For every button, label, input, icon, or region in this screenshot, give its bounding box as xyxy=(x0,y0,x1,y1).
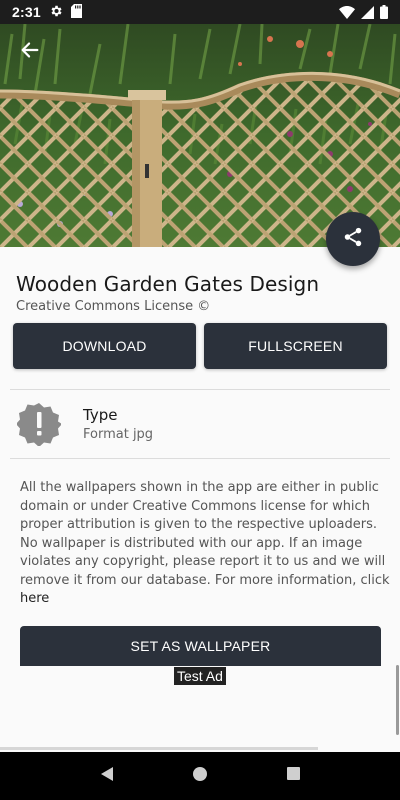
battery-icon xyxy=(380,5,388,19)
back-triangle-icon xyxy=(99,766,115,787)
gear-icon xyxy=(49,4,63,21)
fullscreen-button[interactable]: FULLSCREEN xyxy=(204,323,387,369)
system-nav-bar xyxy=(0,752,400,800)
home-circle-icon xyxy=(192,766,208,787)
signal-icon xyxy=(361,5,374,19)
nav-recents-button[interactable] xyxy=(273,756,313,796)
wallpaper-title: Wooden Garden Gates Design xyxy=(16,272,320,296)
share-icon xyxy=(342,226,364,253)
status-right xyxy=(339,5,388,19)
sd-card-icon xyxy=(70,3,82,21)
share-button[interactable] xyxy=(326,212,380,266)
copyright-info: All the wallpapers shown in the app are … xyxy=(20,479,390,609)
alert-badge-icon xyxy=(16,402,62,447)
status-left: 2:31 xyxy=(12,3,82,21)
status-time: 2:31 xyxy=(12,4,41,20)
type-label: Type xyxy=(83,406,118,424)
ad-label: Test Ad xyxy=(174,667,226,685)
info-link[interactable]: here xyxy=(20,591,49,606)
nav-back-button[interactable] xyxy=(87,756,127,796)
divider xyxy=(10,389,390,390)
wallpaper-image[interactable] xyxy=(0,24,400,247)
download-button[interactable]: DOWNLOAD xyxy=(13,323,196,369)
wifi-icon xyxy=(339,5,355,19)
divider xyxy=(0,747,318,750)
info-text: All the wallpapers shown in the app are … xyxy=(20,480,390,588)
arrow-back-icon xyxy=(19,39,41,66)
status-bar: 2:31 xyxy=(0,0,400,24)
scrollbar[interactable] xyxy=(396,665,399,735)
type-value: Format jpg xyxy=(83,427,154,442)
recents-square-icon xyxy=(286,766,301,786)
set-wallpaper-button[interactable]: SET AS WALLPAPER xyxy=(20,626,381,666)
back-button[interactable] xyxy=(8,30,52,74)
nav-home-button[interactable] xyxy=(180,756,220,796)
divider xyxy=(10,458,390,459)
license-text: Creative Commons License © xyxy=(16,299,211,314)
